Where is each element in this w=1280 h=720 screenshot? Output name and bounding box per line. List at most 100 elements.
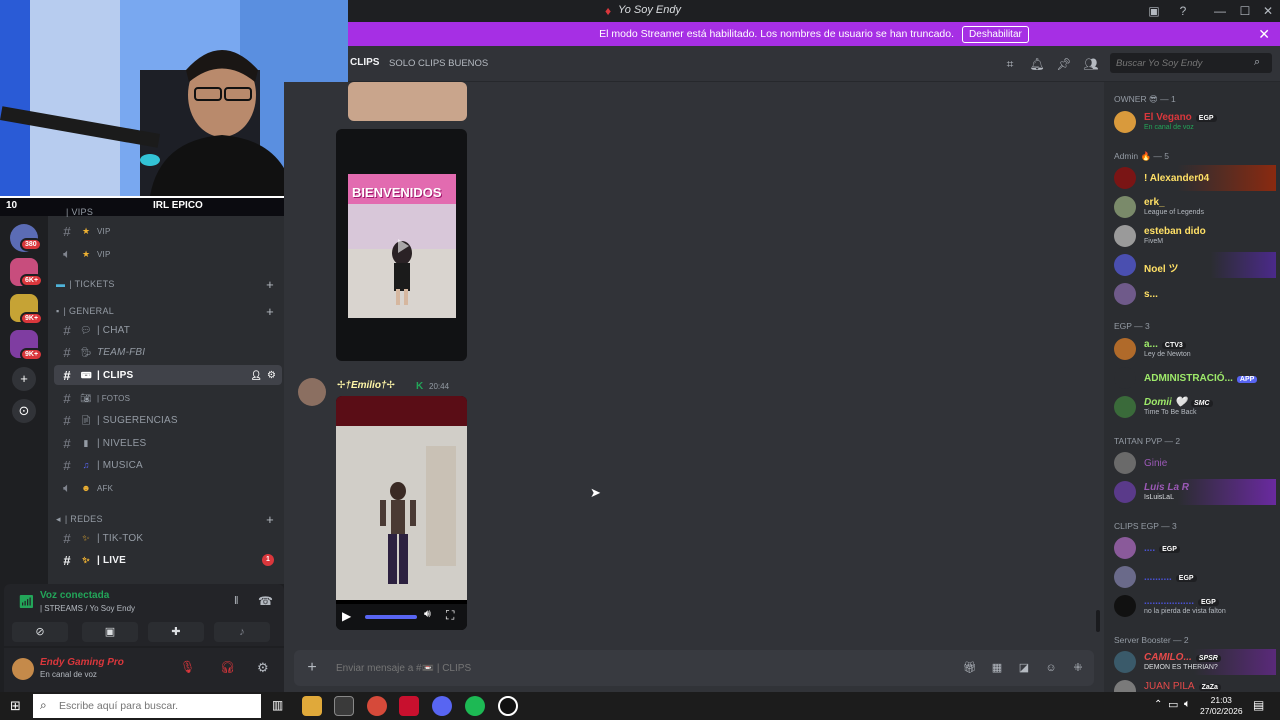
close-banner-icon[interactable]: ✕ (1258, 26, 1270, 43)
chrome-icon[interactable] (367, 696, 387, 716)
volume-icon[interactable]: 🔊︎ (424, 608, 431, 621)
fullscreen-icon[interactable]: ⛶ (446, 608, 454, 623)
video-player[interactable]: ▶ 🔊︎ ⛶ (336, 396, 467, 630)
member-activity: IsLuisLaL (1144, 494, 1174, 501)
search-input[interactable] (1110, 53, 1272, 73)
channel-tiktok[interactable]: # ✨︎ | TIK-TOK (54, 528, 282, 548)
activities-button[interactable]: ✚ (148, 622, 204, 642)
channel-team-fbi[interactable]: # 🕵︎ TEAM-FBI (54, 342, 282, 362)
member-item[interactable]: Noel ツ (1112, 252, 1276, 278)
emoji-icon[interactable]: ☺ (1043, 660, 1059, 676)
settings-gear-icon[interactable]: ⚙ (267, 370, 276, 381)
channel-vip-2[interactable]: 🔈︎ ★ VIP (54, 244, 282, 264)
user-settings-gear-icon[interactable]: ⚙ (257, 660, 269, 676)
member-item[interactable]: CAMILO... SPSR DEMON ES THERIAN? (1112, 649, 1276, 675)
voice-channel[interactable]: | STREAMS / Yo Soy Endy (40, 604, 135, 613)
avatar[interactable] (12, 658, 34, 680)
windows-start-icon[interactable]: ⊞ (10, 698, 21, 714)
member-item[interactable]: .... EGP (1112, 535, 1276, 561)
channel-header: CLIPS SOLO CLIPS BUENOS ⌗ 🔔︎ 📌︎ 👥︎ ⌕ (348, 46, 1280, 82)
pin-icon[interactable]: 📌︎ (1056, 56, 1072, 72)
category-tickets[interactable]: ▬ | TICKETS + (56, 276, 282, 292)
network-icon[interactable]: ▭ (1168, 698, 1178, 711)
channel-label: | NIVELES (97, 437, 147, 449)
gift-icon[interactable]: 🎁︎ (962, 660, 978, 676)
message-author[interactable]: ✢†Emilio†✢ (337, 380, 395, 391)
add-channel-icon[interactable]: + (266, 277, 274, 292)
add-attachment-icon[interactable]: + (304, 660, 320, 676)
category-vips[interactable]: | VIPS (66, 204, 292, 220)
gif-icon[interactable]: ▦ (989, 660, 1005, 676)
notification-bell-icon[interactable]: 🔔︎ (1029, 56, 1045, 72)
channel-clips[interactable]: # 📼︎ | CLIPS 👤︎ ⚙ (54, 365, 282, 385)
mic-muted-icon[interactable]: 🎙︎ (180, 660, 195, 674)
inbox-icon[interactable]: ▣ (1146, 3, 1162, 19)
video-progress-bar[interactable] (365, 615, 417, 619)
member-item[interactable]: Ginie (1112, 450, 1276, 476)
member-tag: SMC (1191, 400, 1213, 407)
app-icon[interactable] (399, 696, 419, 716)
member-item[interactable]: JUAN PILA ZaZa (1112, 678, 1276, 692)
apps-icon[interactable]: ⁜ (1070, 660, 1086, 676)
message-input[interactable] (336, 658, 736, 678)
member-item[interactable]: a... CTV3 Ley de Newton (1112, 336, 1276, 362)
channel-live[interactable]: # ✨︎ | LIVE 1 (54, 550, 282, 570)
discord-icon[interactable] (432, 696, 452, 716)
help-icon[interactable]: ? (1175, 3, 1191, 19)
minimize-icon[interactable]: — (1212, 3, 1228, 19)
channel-musica[interactable]: # ♫ | MUSICA (54, 455, 282, 475)
add-channel-icon[interactable]: + (266, 512, 274, 527)
channel-sugerencias[interactable]: # 📄︎ | SUGERENCIAS (54, 410, 282, 430)
category-general[interactable]: ▪ | GENERAL + (56, 303, 282, 319)
soundboard-button[interactable]: ♪ (214, 622, 270, 642)
camera-off-button[interactable]: ⊘ (12, 622, 68, 642)
avatar (1114, 338, 1136, 360)
disable-streamer-button[interactable]: Deshabilitar (962, 25, 1029, 43)
spotify-icon[interactable] (465, 696, 485, 716)
close-window-icon[interactable]: ✕ (1260, 3, 1276, 19)
obs-icon[interactable] (498, 696, 518, 716)
member-item[interactable]: .......... EGP (1112, 564, 1276, 590)
category-redes[interactable]: ◂ | REDES + (56, 511, 282, 527)
window-titlebar: ♦ Yo Soy Endy ▣ ? — ☐ ✕ (348, 0, 1280, 22)
member-item[interactable]: s... (1112, 281, 1276, 307)
member-item[interactable]: El Vegano EGP En canal de voz (1112, 109, 1276, 135)
channel-afk[interactable]: 🔈︎ ☻ AFK (54, 478, 282, 498)
noise-suppression-icon[interactable]: ‖ (234, 595, 239, 607)
member-item[interactable]: Domii 🤍 SMC Time To Be Back (1112, 394, 1276, 420)
notifications-icon[interactable]: ▤ (1253, 698, 1264, 712)
member-item[interactable]: erk_ League of Legends (1112, 194, 1276, 220)
disconnect-icon[interactable]: ☎ (258, 594, 273, 608)
member-item[interactable]: .................. EGP no la pierda de vi… (1112, 593, 1276, 619)
channel-niveles[interactable]: # ▮ | NIVELES (54, 433, 282, 453)
threads-icon[interactable]: ⌗ (1002, 56, 1018, 72)
avatar[interactable] (298, 378, 326, 406)
maximize-icon[interactable]: ☐ (1237, 3, 1253, 19)
tray-chevron-icon[interactable]: ⌃ (1154, 699, 1162, 710)
add-server-icon[interactable]: + (12, 367, 36, 391)
member-item[interactable]: Luis La R IsLuisLaL (1112, 479, 1276, 505)
file-explorer-icon[interactable] (302, 696, 322, 716)
play-icon[interactable]: ▶ (342, 609, 351, 623)
add-channel-icon[interactable]: + (266, 304, 274, 319)
member-item[interactable]: ! Alexander04 (1112, 165, 1276, 191)
video-attachment[interactable]: BIENVENIDOS (336, 129, 467, 361)
member-item[interactable]: ADMINISTRACIÓ... APP (1112, 365, 1276, 391)
task-view-icon[interactable]: ▥ (272, 698, 283, 712)
invite-icon[interactable]: 👤︎ (251, 370, 262, 381)
taskbar-search-input[interactable] (33, 694, 261, 718)
volume-icon[interactable]: 🔈︎ (1184, 698, 1191, 711)
screen-share-button[interactable]: ▣ (82, 622, 138, 642)
sticker-icon[interactable]: ◪ (1016, 660, 1032, 676)
channel-fotos[interactable]: # 📷︎ | FOTOS (54, 388, 282, 408)
taskbar-clock[interactable]: 21:03 27/02/2026 (1200, 695, 1243, 717)
scrollbar[interactable] (1096, 610, 1100, 632)
channel-chat[interactable]: # 💬︎ | CHAT (54, 320, 282, 340)
channel-vip-1[interactable]: # ★ VIP (54, 221, 282, 241)
video-attachment[interactable] (348, 82, 467, 121)
member-item[interactable]: esteban dido FiveM (1112, 223, 1276, 249)
member-list-icon[interactable]: 👥︎ (1083, 56, 1099, 72)
store-icon[interactable] (334, 696, 354, 716)
explore-servers-icon[interactable]: ⊙ (12, 399, 36, 423)
headphones-deafened-icon[interactable]: 🎧︎ (220, 660, 235, 674)
